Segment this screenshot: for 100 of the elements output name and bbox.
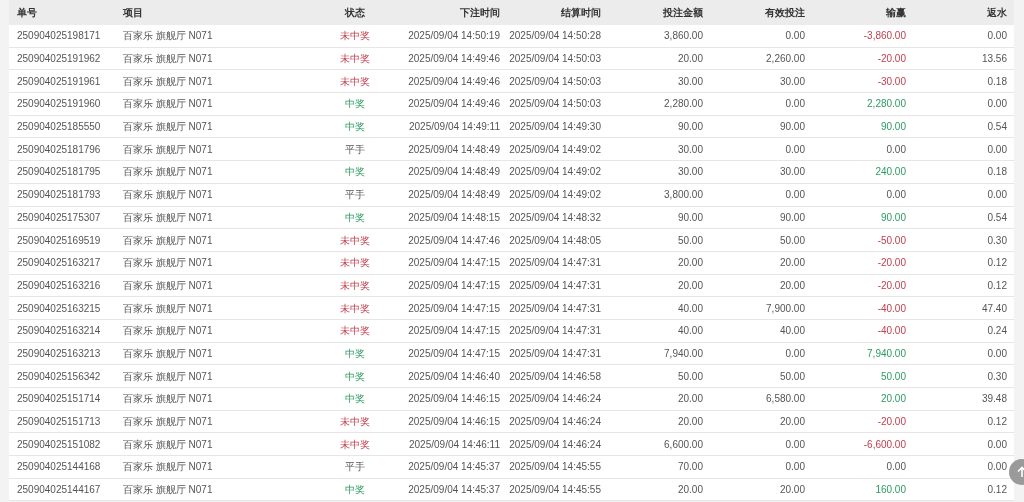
table-cell-text: 50.00 bbox=[676, 369, 703, 384]
table-cell-text: 160.00 bbox=[874, 483, 906, 498]
table-cell-text: 未中奖 bbox=[339, 437, 371, 452]
table-cell-text: 50.00 bbox=[778, 369, 805, 384]
table-cell-text: 20.00 bbox=[778, 415, 805, 430]
table-cell-text: 250904025181796 bbox=[16, 142, 102, 157]
table-cell-text: 90.00 bbox=[676, 120, 703, 135]
table-cell-text: 2025/09/04 14:47:15 bbox=[407, 324, 500, 339]
table-cell-text: 20.00 bbox=[676, 52, 703, 67]
table-cell-text: 0.00 bbox=[986, 29, 1007, 44]
table-cell-text: 2025/09/04 14:46:15 bbox=[407, 392, 500, 407]
table-cell-text: 250904025163214 bbox=[16, 324, 102, 339]
table-cell-text: 中奖 bbox=[344, 369, 366, 384]
table-cell-text: 2025/09/04 14:49:46 bbox=[407, 52, 500, 67]
table-cell-text: 2025/09/04 14:47:15 bbox=[407, 278, 500, 293]
table-cell-text: 250904025181795 bbox=[16, 165, 102, 180]
table-cell-text: 2025/09/04 14:47:15 bbox=[407, 346, 500, 361]
table-cell-text: 0.54 bbox=[986, 210, 1007, 225]
table-cell-text: 中奖 bbox=[344, 483, 366, 498]
table-cell-text: 90.00 bbox=[879, 120, 906, 135]
table-cell-text: 平手 bbox=[344, 188, 366, 203]
table-cell-text: 2025/09/04 14:47:31 bbox=[508, 278, 601, 293]
table-cell-text: 250904025144167 bbox=[16, 483, 102, 498]
table-cell-text: 0.00 bbox=[885, 188, 906, 203]
table-cell-text: 0.12 bbox=[986, 278, 1007, 293]
table-cell-text: 0.24 bbox=[986, 324, 1007, 339]
table-cell-text: 250904025191960 bbox=[16, 97, 102, 112]
table-cell-text: 250904025151714 bbox=[16, 392, 102, 407]
table-cell-text: 0.12 bbox=[986, 256, 1007, 271]
table-cell-text: 2025/09/04 14:47:15 bbox=[407, 301, 500, 316]
table-cell-text: 2025/09/04 14:50:28 bbox=[508, 29, 601, 44]
table-cell-text: 0.00 bbox=[784, 97, 805, 112]
table-cell-text: 2025/09/04 14:45:37 bbox=[407, 460, 500, 475]
table-cell-text: 未中奖 bbox=[339, 278, 371, 293]
table-cell-text: 2025/09/04 14:47:31 bbox=[508, 346, 601, 361]
table-cell-text: 中奖 bbox=[344, 120, 366, 135]
table-cell-text: 20.00 bbox=[676, 256, 703, 271]
table-cell-text: 百家乐 旗舰厅 N071 bbox=[123, 74, 214, 89]
column-header: 结算时间 bbox=[560, 6, 601, 20]
table-cell-text: 2025/09/04 14:46:24 bbox=[508, 437, 601, 452]
table-cell-text: 0.00 bbox=[784, 437, 805, 452]
table-cell-text: 2025/09/04 14:46:11 bbox=[408, 437, 500, 452]
table-cell-text: 2025/09/04 14:48:15 bbox=[407, 210, 500, 225]
table-cell-text: -30.00 bbox=[876, 74, 906, 89]
table-cell-text: 2025/09/04 14:46:58 bbox=[508, 369, 601, 384]
table-cell-text: 2025/09/04 14:47:31 bbox=[508, 301, 601, 316]
table-cell-text: 百家乐 旗舰厅 N071 bbox=[123, 29, 214, 44]
table-cell-text: 90.00 bbox=[778, 210, 805, 225]
column-header: 有效投注 bbox=[764, 6, 805, 20]
table-cell-text: 40.00 bbox=[778, 324, 805, 339]
table-cell-text: 百家乐 旗舰厅 N071 bbox=[123, 142, 214, 157]
table-cell-text: 2025/09/04 14:50:03 bbox=[508, 97, 601, 112]
table-cell-text: 30.00 bbox=[676, 142, 703, 157]
table-cell-text: 0.12 bbox=[986, 415, 1007, 430]
table-cell-text: 百家乐 旗舰厅 N071 bbox=[123, 256, 214, 271]
table-cell-text: 30.00 bbox=[676, 74, 703, 89]
table-cell-text: 2025/09/04 14:49:02 bbox=[508, 188, 601, 203]
table-cell-text: 250904025181793 bbox=[16, 188, 102, 203]
table-cell-text: 250904025151713 bbox=[16, 415, 102, 430]
table-cell-text: 中奖 bbox=[344, 97, 366, 112]
table-cell-text: 50.00 bbox=[676, 233, 703, 248]
table-cell-text: 250904025163215 bbox=[16, 301, 102, 316]
table-cell-text: 未中奖 bbox=[339, 301, 371, 316]
table-cell-text: 2025/09/04 14:45:55 bbox=[508, 483, 601, 498]
table-cell-text: 2025/09/04 14:45:55 bbox=[508, 460, 601, 475]
table-cell-text: 2025/09/04 14:48:32 bbox=[508, 210, 601, 225]
table-cell-text: 2025/09/04 14:48:49 bbox=[407, 188, 500, 203]
table-cell-text: 2,280.00 bbox=[663, 97, 703, 112]
column-header: 单号 bbox=[16, 6, 38, 20]
table-cell-text: 6,580.00 bbox=[765, 392, 805, 407]
table-cell-text: 20.00 bbox=[879, 392, 906, 407]
table-cell-text: 250904025191962 bbox=[16, 52, 102, 67]
table-cell-text: 250904025163217 bbox=[16, 256, 102, 271]
table-cell-text: 0.00 bbox=[986, 188, 1007, 203]
table-cell-text: 2025/09/04 14:46:24 bbox=[508, 415, 601, 430]
table-cell-text: 中奖 bbox=[344, 210, 366, 225]
table-cell-text: 平手 bbox=[344, 142, 366, 157]
table-cell-text: 50.00 bbox=[879, 369, 906, 384]
table-cell-text: 0.00 bbox=[986, 142, 1007, 157]
table-cell-text: 39.48 bbox=[980, 392, 1007, 407]
table-cell-text: 2025/09/04 14:47:31 bbox=[508, 324, 601, 339]
table-cell-text: 90.00 bbox=[676, 210, 703, 225]
table-cell-text: 百家乐 旗舰厅 N071 bbox=[123, 392, 214, 407]
table-cell-text: 0.00 bbox=[784, 346, 805, 361]
table-cell-text: -40.00 bbox=[876, 324, 906, 339]
table-cell-text: 250904025144168 bbox=[16, 460, 102, 475]
table-cell-text: -20.00 bbox=[876, 415, 906, 430]
table-cell-text: 百家乐 旗舰厅 N071 bbox=[123, 97, 214, 112]
table-cell-text: 0.00 bbox=[986, 460, 1007, 475]
table-cell-text: 百家乐 旗舰厅 N071 bbox=[123, 188, 214, 203]
table-cell-text: 2025/09/04 14:49:02 bbox=[508, 142, 601, 157]
table-cell-text: 90.00 bbox=[778, 120, 805, 135]
table-cell-text: 0.18 bbox=[986, 165, 1007, 180]
table-cell-text: 2025/09/04 14:49:02 bbox=[508, 165, 601, 180]
table-cell-text: 百家乐 旗舰厅 N071 bbox=[123, 369, 214, 384]
table-cell-text: 百家乐 旗舰厅 N071 bbox=[123, 346, 214, 361]
column-header: 返水 bbox=[986, 6, 1007, 20]
table-cell-text: 中奖 bbox=[344, 346, 366, 361]
table-cell-text: 2025/09/04 14:50:03 bbox=[508, 74, 601, 89]
table-cell-text: 2025/09/04 14:49:30 bbox=[508, 120, 601, 135]
